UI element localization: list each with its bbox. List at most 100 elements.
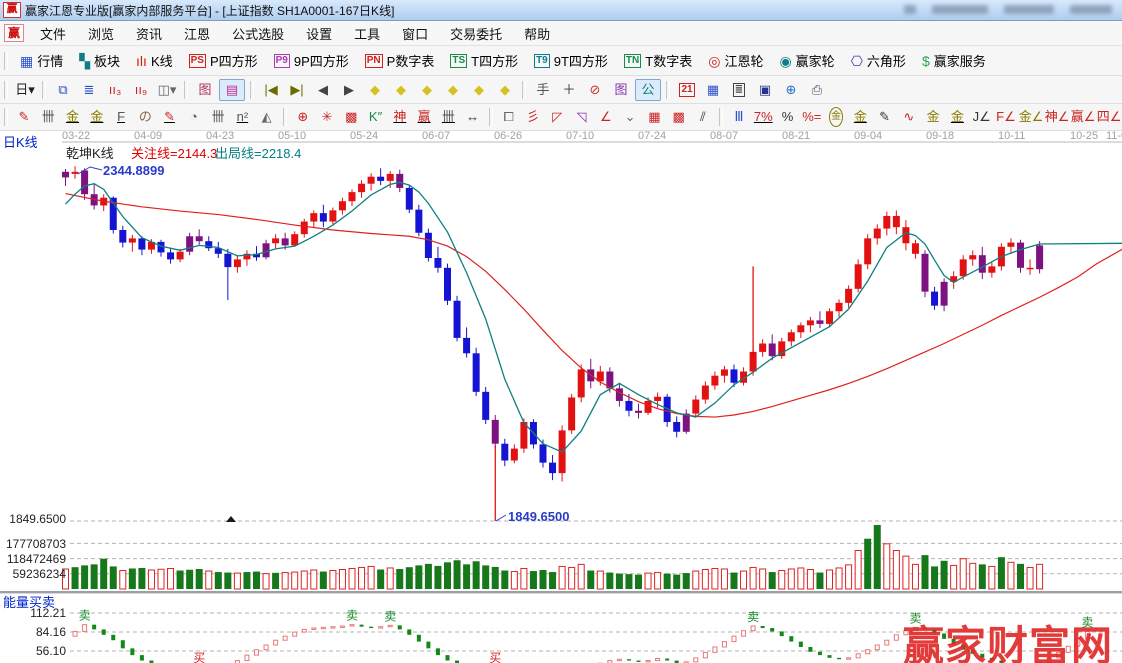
ying-ruler-icon[interactable]: 赢 [413, 107, 435, 127]
toolbar-button-9p-square[interactable]: P99P四方形 [266, 49, 357, 73]
fan-lines-icon[interactable]: 彡 [522, 107, 544, 127]
toolbar-button-quotes[interactable]: ▦行情 [12, 49, 71, 73]
web-star-icon[interactable]: ✳ [316, 107, 338, 127]
notepad-icon[interactable]: ≣ [727, 80, 751, 100]
menu-item-0[interactable]: 文件 [29, 22, 77, 45]
grid-box-2-icon[interactable]: ▩ [667, 107, 689, 127]
nav-next-icon[interactable]: ▶ [337, 80, 361, 100]
calendar-21-icon[interactable]: 21 [675, 80, 699, 100]
spiral-icon[interactable]: の [134, 107, 156, 127]
zoom-diamond-5-icon[interactable]: ◆ [467, 80, 491, 100]
formula-tool-icon[interactable]: 公 [635, 79, 661, 101]
gold-line-icon[interactable]: 金 [849, 107, 871, 127]
target-circle-icon[interactable]: ⊕ [292, 107, 314, 127]
menu-item-9[interactable]: 帮助 [513, 22, 561, 45]
hand-tool-icon[interactable]: 手 [531, 80, 555, 100]
zoom-diamond-3-icon[interactable]: ◆ [415, 80, 439, 100]
candle-pen-icon[interactable]: ✎ [873, 107, 895, 127]
ruler-2-icon[interactable]: 卌 [207, 107, 229, 127]
gold-angle-icon[interactable]: 金∠ [1019, 107, 1043, 127]
toolbar-button-t-square[interactable]: TST四方形 [442, 49, 526, 73]
pen-ruler-icon[interactable]: ✎ [158, 107, 180, 127]
blue-scale-icon[interactable]: Ⅲ [728, 107, 750, 127]
toolbar-button-sectors[interactable]: ▚板块 [71, 49, 128, 73]
toolbar-button-hexagon[interactable]: ⎔六角形 [843, 49, 914, 73]
f-angle-icon[interactable]: F∠ [995, 107, 1017, 127]
ruler-icon[interactable]: 卌 [37, 107, 59, 127]
fan-box-2-icon[interactable]: ◹ [570, 107, 592, 127]
9t-square-icon: T9 [534, 54, 550, 68]
menu-item-4[interactable]: 公式选股 [221, 22, 295, 45]
menu-item-6[interactable]: 工具 [343, 22, 391, 45]
grid-box-1-icon[interactable]: ▦ [643, 107, 665, 127]
n2-ruler-icon[interactable]: n² [231, 107, 253, 127]
width-arrows-icon[interactable]: ↔ [462, 107, 484, 127]
toolbar-button-winner-service[interactable]: $赢家服务 [914, 49, 994, 73]
red-zigzag-icon[interactable]: ∿ [898, 107, 920, 127]
si-angle-icon[interactable]: 四∠ [1097, 107, 1121, 127]
purple-chart-icon[interactable]: 图 [609, 80, 633, 100]
chart-area[interactable]: 03-2204-0904-2305-1005-2406-0706-2607-10… [0, 131, 1122, 663]
window-split-icon[interactable]: 日▾ [13, 80, 37, 100]
zoom-diamond-2-icon[interactable]: ◆ [389, 80, 413, 100]
candle-style-icon[interactable]: ◫▾ [155, 80, 179, 100]
zoom-diamond-4-icon[interactable]: ◆ [441, 80, 465, 100]
candles-3-icon[interactable]: ıı₃ [103, 80, 127, 100]
zoom-diamond-6-icon[interactable]: ◆ [493, 80, 517, 100]
gann-chart-icon[interactable]: 图 [193, 80, 217, 100]
toolbar-button-gann-wheel[interactable]: ◎江恩轮 [700, 49, 771, 73]
toolbar-button-kline[interactable]: ılıK线 [128, 49, 181, 73]
red-pen-icon[interactable]: ✎ [13, 107, 35, 127]
menu-item-1[interactable]: 浏览 [77, 22, 125, 45]
svg-text:07-10: 07-10 [566, 130, 594, 142]
nav-prev-icon[interactable]: ◀ [311, 80, 335, 100]
ruler-123-icon[interactable]: 卌 [437, 107, 459, 127]
box-ruler-icon[interactable]: ⧠ [498, 107, 520, 127]
f-ruler-icon[interactable]: F [110, 107, 132, 127]
menu-item-2[interactable]: 资讯 [125, 22, 173, 45]
angle-lines-icon[interactable]: ∠ [595, 107, 617, 127]
gold-wave-icon[interactable]: 金 [922, 107, 944, 127]
zoom-off-icon[interactable]: ⊘ [583, 80, 607, 100]
toolbar-button-9t-square[interactable]: T99T四方形 [526, 49, 616, 73]
print-icon[interactable]: ⎙ [805, 80, 829, 100]
shen-ruler-icon[interactable]: 神 [389, 107, 411, 127]
chart-window-icon[interactable]: ⧉ [51, 80, 75, 100]
candles-9-icon[interactable]: ıı₉ [129, 80, 153, 100]
angle-tool-icon[interactable]: ◭ [256, 107, 278, 127]
j-angle-icon[interactable]: J∠ [971, 107, 993, 127]
crosshair-tool-icon[interactable]: ＋ [557, 80, 581, 100]
slashes-icon[interactable]: ⫽ [692, 107, 714, 127]
gold-underline-icon[interactable]: 金 [946, 107, 968, 127]
fan-box-1-icon[interactable]: ◸ [546, 107, 568, 127]
v-dotted-icon[interactable]: ⌄ [619, 107, 641, 127]
gold-ruler-1-icon[interactable]: 金 [61, 107, 83, 127]
menu-item-5[interactable]: 设置 [295, 22, 343, 45]
calculator-icon[interactable]: ▦ [701, 80, 725, 100]
nav-first-icon[interactable]: |◀ [259, 80, 283, 100]
menu-item-7[interactable]: 窗口 [391, 22, 439, 45]
shen-angle-icon[interactable]: 神∠ [1045, 107, 1069, 127]
gold-ruler-2-icon[interactable]: 金 [86, 107, 108, 127]
toolbar-button-p-square[interactable]: PSP四方形 [181, 49, 266, 73]
circle-cycle-icon[interactable]: ◔ [183, 107, 205, 127]
toolbar-button-p-table[interactable]: PNP数字表 [357, 49, 443, 73]
child-window-icon[interactable]: 赢 [4, 24, 24, 42]
k-quote-icon[interactable]: K″ [364, 107, 386, 127]
toolbar-button-winner-wheel[interactable]: ◉赢家轮 [771, 49, 842, 73]
web-grid-icon[interactable]: ▩ [340, 107, 362, 127]
menu-item-3[interactable]: 江恩 [173, 22, 221, 45]
toolbar-button-t-table[interactable]: TNT数字表 [616, 49, 700, 73]
nav-last-icon[interactable]: ▶| [285, 80, 309, 100]
percent-icon[interactable]: % [776, 107, 798, 127]
save-icon[interactable]: ▣ [753, 80, 777, 100]
color-histogram-icon[interactable]: ▤ [219, 79, 245, 101]
percent-line-icon[interactable]: %= [801, 107, 823, 127]
percent-strike-icon[interactable]: 7% [752, 107, 774, 127]
zoom-diamond-1-icon[interactable]: ◆ [363, 80, 387, 100]
menu-item-8[interactable]: 交易委托 [439, 22, 513, 45]
ying-angle-icon[interactable]: 赢∠ [1071, 107, 1095, 127]
network-icon[interactable]: ⊕ [779, 80, 803, 100]
clipboard-icon[interactable]: ≣ [77, 80, 101, 100]
gold-circle-icon[interactable]: 金 [825, 107, 847, 127]
